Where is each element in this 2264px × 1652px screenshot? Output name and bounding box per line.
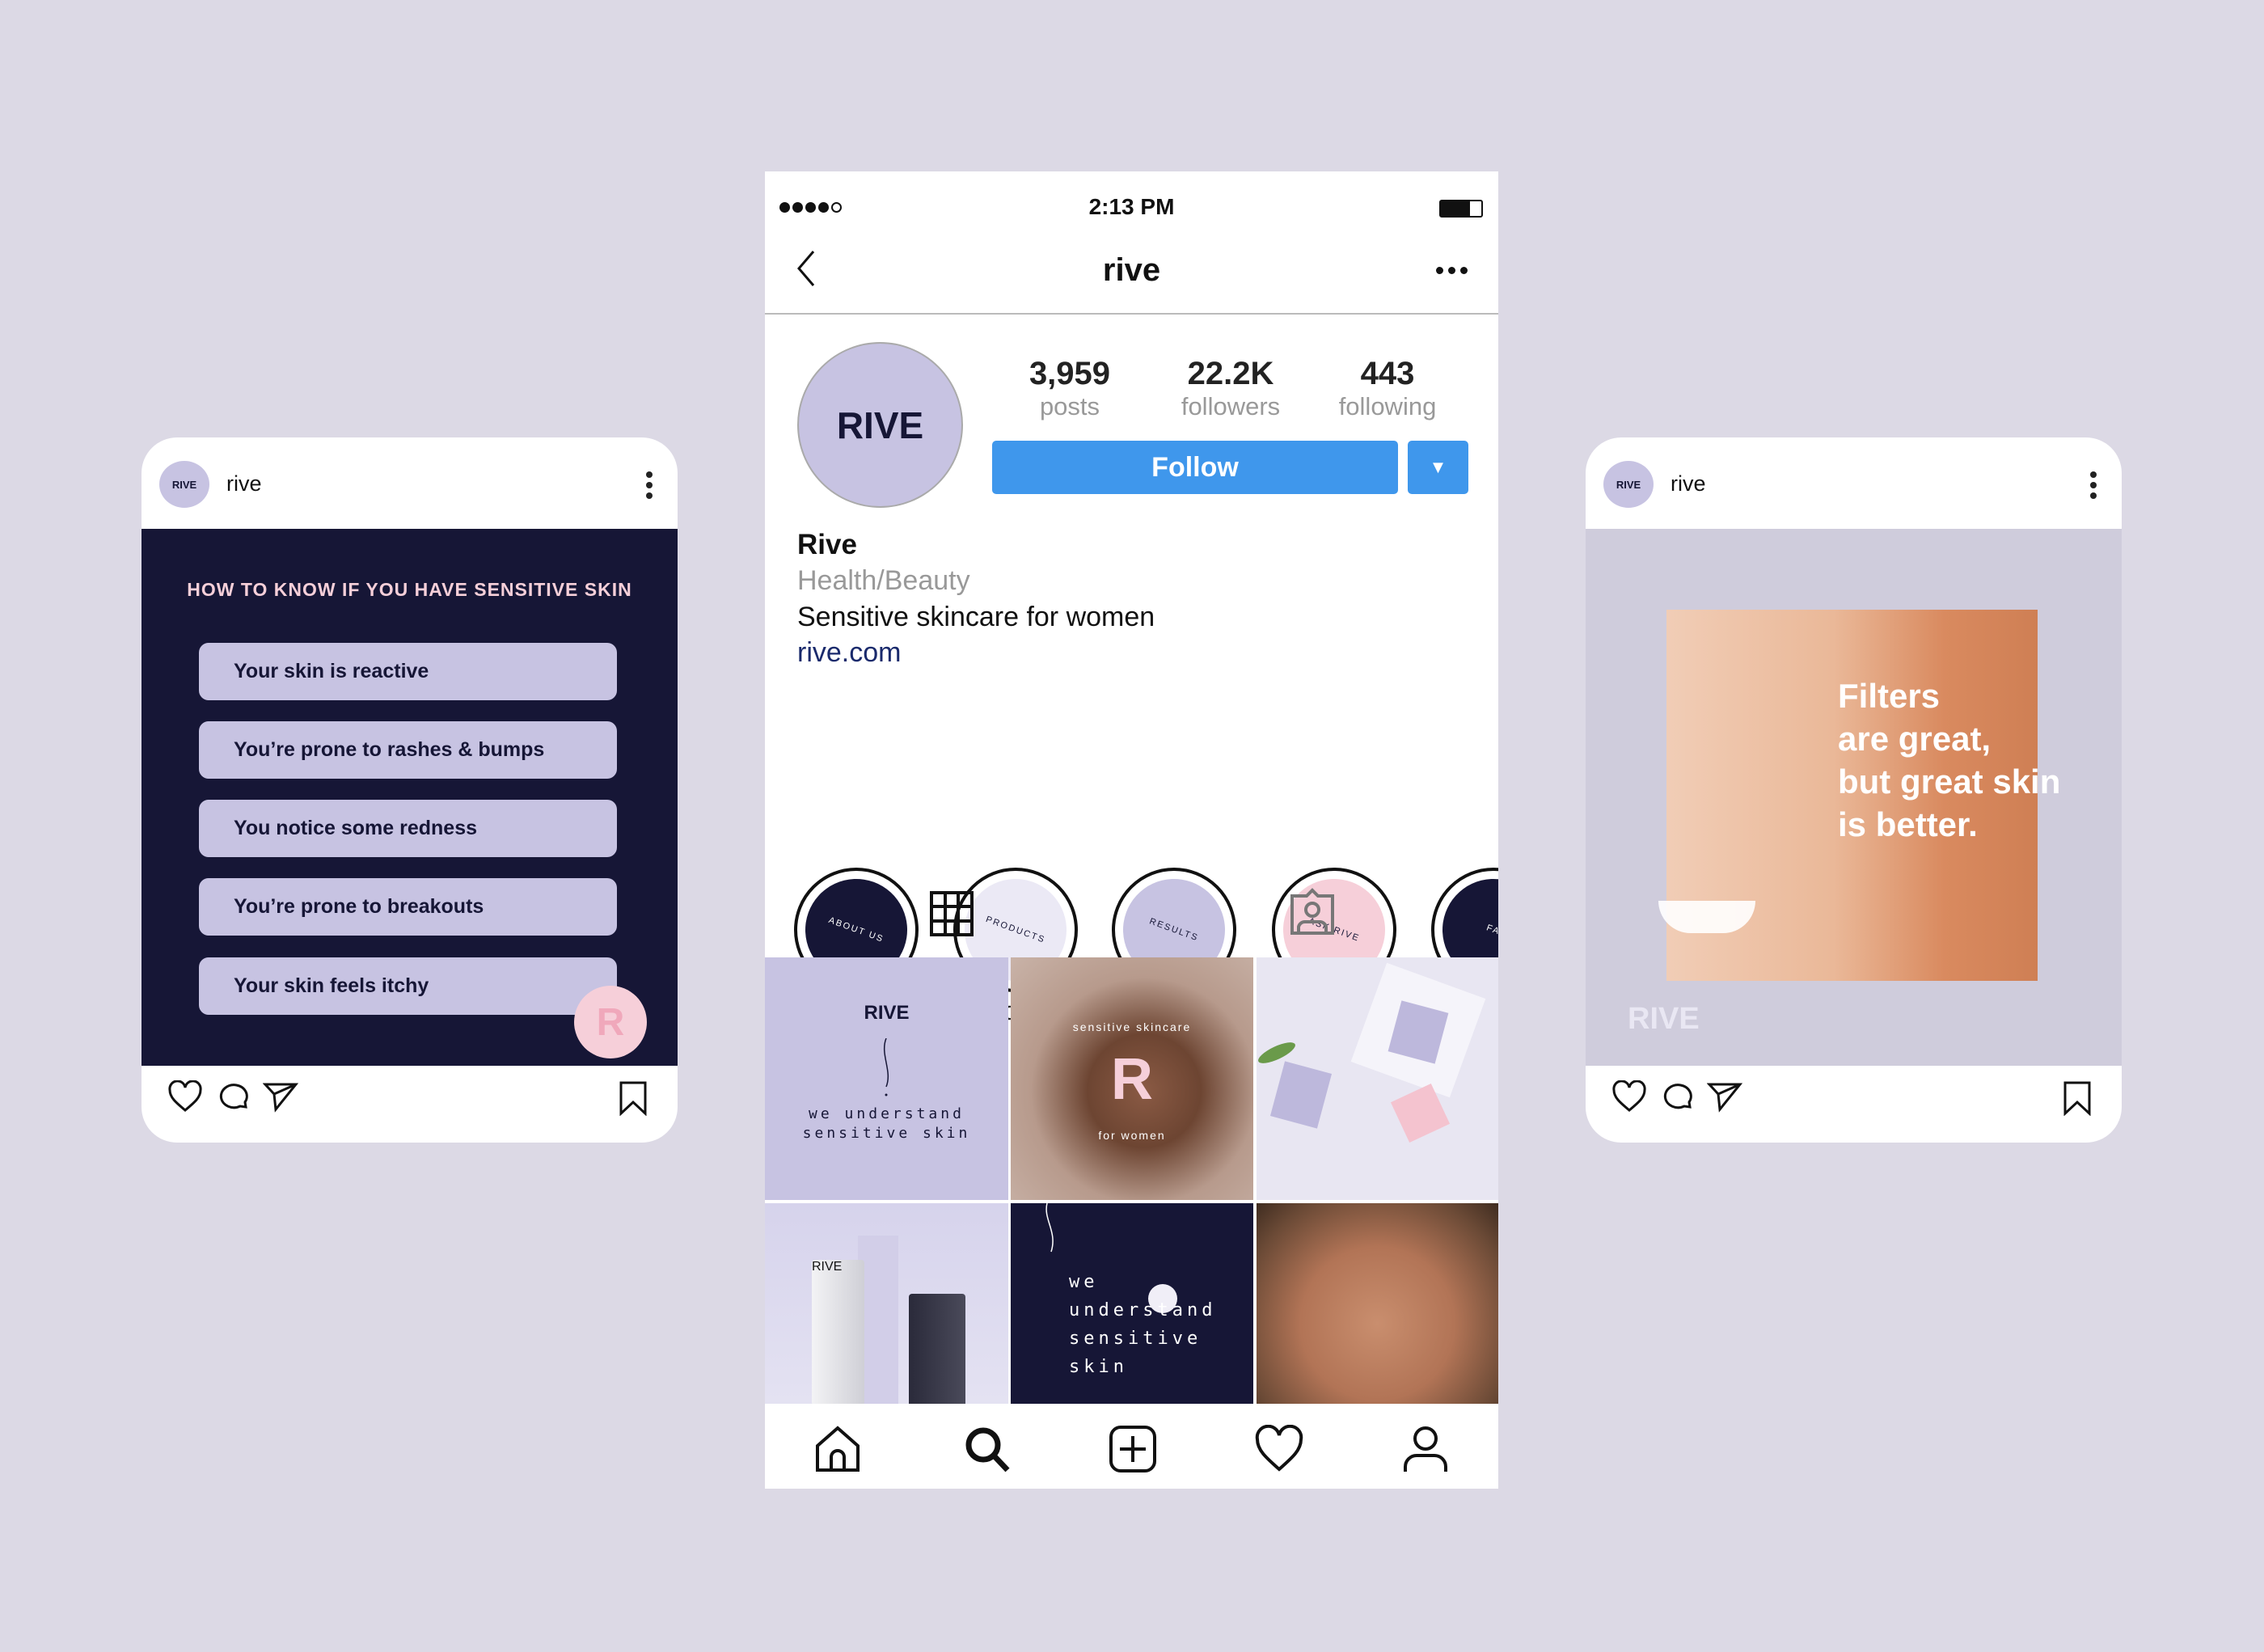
profile-category: Health/Beauty xyxy=(797,565,970,596)
tile-text: understand xyxy=(1069,1300,1217,1320)
page-title: rive xyxy=(1102,252,1161,288)
profile-link[interactable]: rive.com xyxy=(797,637,901,669)
stat-label: followers xyxy=(1181,392,1281,420)
search-icon[interactable] xyxy=(963,1425,1012,1473)
squiggle-icon xyxy=(1045,1203,1054,1253)
stat-label: posts xyxy=(1039,392,1100,420)
product-tube: RIVE xyxy=(812,1260,864,1404)
post-image: HOW TO KNOW IF YOU HAVE SENSITIVE SKIN Y… xyxy=(142,529,678,1066)
rive-logo: RIVE xyxy=(864,1002,910,1024)
profile-bio: Sensitive skincare for women xyxy=(797,602,1155,632)
username[interactable]: rive xyxy=(226,471,262,496)
left-post-card: RIVE rive HOW TO KNOW IF YOU HAVE SENSIT… xyxy=(142,437,678,1143)
chevron-down-icon: ▼ xyxy=(1429,457,1447,477)
more-options-icon[interactable] xyxy=(1436,267,1468,274)
post-actions xyxy=(1586,1066,2122,1143)
bookmark-icon[interactable] xyxy=(619,1080,648,1116)
tile-text: for women xyxy=(1098,1129,1166,1142)
right-post-card: RIVE rive Filters are great, but great s… xyxy=(1586,437,2122,1143)
stat-value: 3,959 xyxy=(1029,356,1111,391)
post-header: RIVE rive xyxy=(142,437,678,529)
rive-badge-icon: R xyxy=(574,986,647,1058)
tile-text: we understand xyxy=(809,1105,965,1122)
profile-name: Rive xyxy=(797,529,857,560)
tile-text: skin xyxy=(1069,1357,1128,1377)
tagged-photos-icon[interactable] xyxy=(1289,888,1336,936)
tile-letter: R xyxy=(1111,1047,1153,1112)
divider xyxy=(765,313,1498,315)
battery-icon xyxy=(1439,200,1483,218)
grid-view-icon[interactable] xyxy=(930,891,974,936)
tile-text: sensitive xyxy=(1069,1329,1202,1349)
gift-box-icon xyxy=(1269,1061,1333,1129)
username[interactable]: rive xyxy=(1671,471,1706,496)
list-item: You’re prone to breakouts xyxy=(199,878,617,936)
stat-following[interactable]: 443 following xyxy=(1307,356,1468,421)
list-item: Your skin is reactive xyxy=(199,643,617,700)
stat-followers[interactable]: 22.2K followers xyxy=(1150,356,1312,421)
post-header: RIVE rive xyxy=(1586,437,2122,529)
grid-post[interactable]: RIVE xyxy=(765,1203,1008,1404)
rive-watermark: RIVE xyxy=(1628,1002,1700,1036)
comment-icon[interactable] xyxy=(1662,1080,1695,1113)
more-options-icon[interactable] xyxy=(645,471,653,499)
status-time: 2:13 PM xyxy=(1088,194,1175,219)
avatar[interactable]: RIVE xyxy=(159,461,209,508)
list-item: You notice some redness xyxy=(199,800,617,857)
bookmark-icon[interactable] xyxy=(2063,1080,2092,1116)
heart-icon[interactable] xyxy=(1611,1080,1647,1113)
stat-value: 443 xyxy=(1360,356,1415,391)
comment-icon[interactable] xyxy=(218,1080,251,1113)
grid-post[interactable]: RIVE we understand sensitive skin xyxy=(765,957,1008,1200)
stat-posts[interactable]: 3,959 posts xyxy=(989,356,1151,421)
list-item: Your skin feels itchy xyxy=(199,957,617,1015)
avatar[interactable]: RIVE xyxy=(1603,461,1654,508)
headline-line: Filters xyxy=(1838,677,1941,715)
follow-button[interactable]: Follow xyxy=(992,441,1398,494)
stat-label: following xyxy=(1338,392,1437,420)
tile-text: sensitive skin xyxy=(802,1125,971,1142)
grid-post[interactable]: we understand sensitive skin xyxy=(1011,1203,1253,1404)
stat-value: 22.2K xyxy=(1187,356,1274,391)
share-icon[interactable] xyxy=(263,1080,298,1113)
tile-text: we xyxy=(1069,1272,1099,1292)
squiggle-icon xyxy=(883,1038,889,1096)
post-actions xyxy=(142,1066,678,1143)
headline-line: are great, xyxy=(1838,720,1992,758)
headline-line: is better. xyxy=(1838,805,1978,843)
tile-text: sensitive skincare xyxy=(1072,1020,1192,1033)
profile-avatar[interactable]: RIVE xyxy=(797,342,963,508)
post-image: Filters are great, but great skin is bet… xyxy=(1586,529,2122,1066)
headline-line: but great skin xyxy=(1838,763,2061,801)
list-item: You’re prone to rashes & bumps xyxy=(199,721,617,779)
post-title: HOW TO KNOW IF YOU HAVE SENSITIVE SKIN xyxy=(187,579,632,600)
more-options-icon[interactable] xyxy=(2089,471,2097,499)
phone-profile-screen: 2:13 PM rive RIVE 3,959 posts 22.2K follow… xyxy=(765,171,1498,1489)
grid-post[interactable] xyxy=(1257,957,1498,1200)
heart-icon[interactable] xyxy=(1254,1425,1304,1473)
home-icon[interactable] xyxy=(813,1425,862,1473)
grid-post[interactable] xyxy=(1257,1203,1498,1404)
share-icon[interactable] xyxy=(1707,1080,1742,1113)
heart-icon[interactable] xyxy=(167,1080,203,1113)
profile-icon[interactable] xyxy=(1401,1425,1450,1473)
grid-post[interactable]: sensitive skincare R for women xyxy=(1011,957,1253,1200)
add-icon[interactable] xyxy=(1109,1425,1157,1473)
product-tube-dark xyxy=(909,1294,965,1404)
follow-dropdown-button[interactable]: ▼ xyxy=(1408,441,1468,494)
